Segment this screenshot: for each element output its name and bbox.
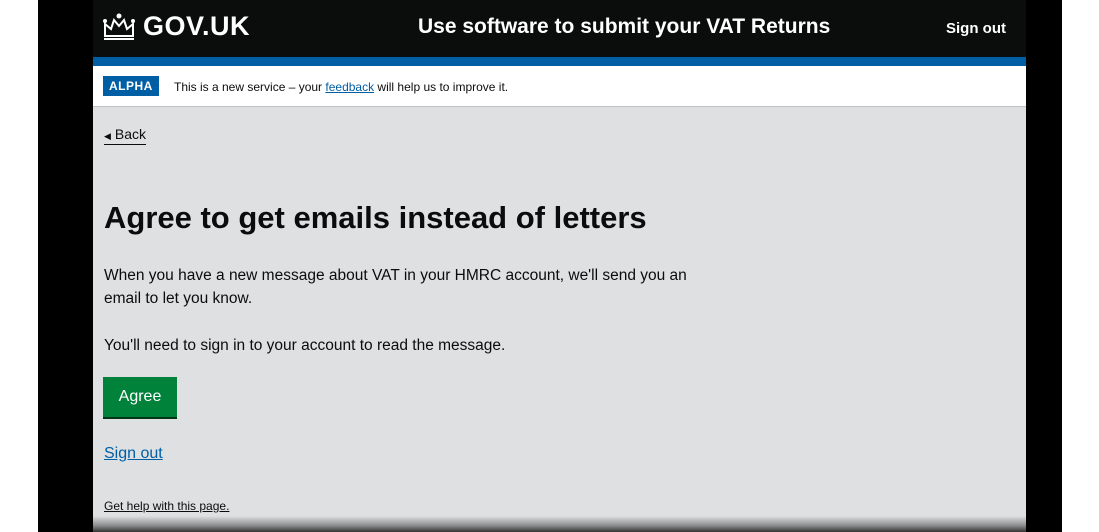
bottom-fade — [93, 516, 1026, 532]
sign-out-link[interactable]: Sign out — [104, 445, 163, 463]
service-name[interactable]: Use software to submit your VAT Returns — [418, 15, 830, 39]
govuk-logo[interactable]: GOV.UK — [143, 11, 250, 42]
back-arrow-icon: ◀ — [104, 131, 111, 141]
page-title: Agree to get emails instead of letters — [104, 200, 647, 235]
phase-banner-text: This is a new service – your feedback wi… — [174, 80, 508, 94]
govuk-header: GOV.UK Use software to submit your VAT R… — [93, 0, 1026, 57]
back-link-label: Back — [114, 126, 147, 142]
header-blue-bar — [93, 57, 1026, 66]
header-sign-out-link[interactable]: Sign out — [946, 20, 1006, 37]
crown-icon — [103, 13, 135, 40]
page-content: ALPHA This is a new service – your feedb… — [93, 66, 1026, 532]
agree-button[interactable]: Agree — [103, 377, 177, 417]
get-help-link[interactable]: Get help with this page. — [104, 499, 229, 513]
body-paragraph-2: You'll need to sign in to your account t… — [104, 337, 506, 354]
phase-banner: ALPHA This is a new service – your feedb… — [93, 66, 1026, 107]
back-link[interactable]: ◀ Back — [104, 126, 147, 145]
feedback-link[interactable]: feedback — [325, 80, 374, 94]
phase-text-before: This is a new service – your — [174, 80, 326, 94]
body-paragraph-1: When you have a new message about VAT in… — [104, 267, 687, 307]
phase-text-after: will help us to improve it. — [374, 80, 509, 94]
alpha-tag: ALPHA — [103, 76, 159, 96]
